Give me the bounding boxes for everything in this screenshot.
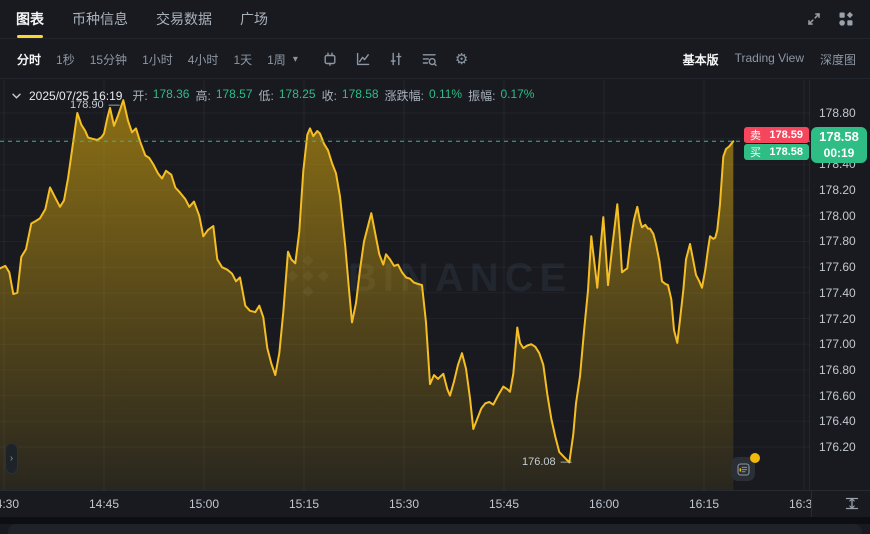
- indicator-list-search-icon[interactable]: [421, 51, 438, 67]
- ohlc-item: 振幅: 0.17%: [468, 87, 534, 104]
- ohlc-value: 178.36: [153, 87, 190, 104]
- ohlc-label: 涨跌幅:: [385, 87, 424, 104]
- price-tick: 178.00: [819, 209, 856, 223]
- buy-quote-badge[interactable]: 买 178.58: [744, 144, 809, 160]
- view-tab-基本版[interactable]: 基本版: [683, 51, 719, 68]
- buy-label: 买: [750, 144, 761, 160]
- price-scale-settings-icon[interactable]: [843, 496, 861, 511]
- ohlc-label: 开:: [132, 87, 147, 104]
- price-tick: 176.20: [819, 440, 856, 454]
- expand-panel-toggle[interactable]: ›: [5, 443, 18, 474]
- yellow-dot-badge: [750, 453, 760, 463]
- chevron-right-icon: ›: [10, 453, 13, 464]
- time-tick: 16:30: [789, 497, 811, 511]
- chevron-down-icon[interactable]: [12, 93, 21, 99]
- price-chart-canvas[interactable]: BINANCE 2025/07/25 16:19 开:178.36高:178.5…: [0, 80, 810, 490]
- ohlc-value: 0.11%: [429, 87, 462, 104]
- ohlc-item: 高: 178.57: [195, 87, 252, 104]
- layout-widgets-icon[interactable]: [838, 11, 854, 27]
- time-tick: 15:15: [289, 497, 319, 511]
- tab-图表[interactable]: 图表: [16, 0, 44, 38]
- price-tick: 177.60: [819, 260, 856, 274]
- price-tick: 178.20: [819, 183, 856, 197]
- chart-notes-button[interactable]: [731, 457, 755, 481]
- ohlc-item: 低: 178.25: [259, 87, 316, 104]
- ohlc-item: 涨跌幅: 0.11%: [385, 87, 462, 104]
- page-tabs: 图表币种信息交易数据广场: [16, 0, 268, 38]
- fullscreen-icon[interactable]: [806, 11, 822, 27]
- sell-label: 卖: [750, 127, 761, 143]
- interval-1天[interactable]: 1天: [230, 48, 255, 71]
- ohlc-value: 178.25: [279, 87, 316, 104]
- price-tick: 177.80: [819, 234, 856, 248]
- sell-quote-badge[interactable]: 卖 178.59: [744, 127, 809, 143]
- axis-divider: [811, 491, 812, 517]
- price-tick: 176.80: [819, 363, 856, 377]
- price-area-chart[interactable]: [0, 80, 810, 490]
- ohlc-value: 178.57: [216, 87, 253, 104]
- interval-4小时[interactable]: 4小时: [185, 48, 222, 71]
- chart-tool-icons: ⚙: [322, 51, 468, 67]
- time-tick: 14:45: [89, 497, 119, 511]
- indicators-icon[interactable]: [388, 51, 404, 67]
- time-tick: 16:00: [589, 497, 619, 511]
- line-chart-icon[interactable]: [355, 51, 371, 67]
- ohlc-item: 开: 178.36: [132, 87, 189, 104]
- sell-price: 178.59: [769, 129, 803, 141]
- candlestick-chart-icon[interactable]: [322, 51, 338, 67]
- settings-gear-icon[interactable]: ⚙: [455, 52, 468, 67]
- time-tick: 15:00: [189, 497, 219, 511]
- interval-selector: 分时 1秒 15分钟 1小时 4小时 1天 1周: [14, 48, 289, 71]
- time-tick: 16:15: [689, 497, 719, 511]
- ohlc-values: 开: 178.36 高: 178.57 低: 178.25 收: 178.58 涨跌幅: 0.11…: [132, 87, 540, 104]
- time-axis[interactable]: 14:30 14:45 15:00 15:15 15:30 15:45 16:00 16:15…: [0, 490, 870, 517]
- price-tick: 177.40: [819, 286, 856, 300]
- view-tab-Trading View[interactable]: Trading View: [735, 51, 804, 68]
- ohlc-value: 178.58: [342, 87, 379, 104]
- candle-datetime: 2025/07/25 16:19: [29, 89, 122, 103]
- ohlc-label: 振幅:: [468, 87, 495, 104]
- ohlc-label: 低:: [259, 87, 274, 104]
- interval-1小时[interactable]: 1小时: [139, 48, 176, 71]
- interval-15分钟[interactable]: 15分钟: [87, 48, 130, 71]
- tab-币种信息[interactable]: 币种信息: [72, 0, 128, 38]
- binance-chart-page: 图表币种信息交易数据广场 分时 1秒 15分钟 1小时 4小时 1天 1周 ▾: [0, 0, 870, 534]
- time-tick-labels: 14:30 14:45 15:00 15:15 15:30 15:45 16:00 16:15…: [0, 491, 811, 517]
- tab-交易数据[interactable]: 交易数据: [156, 0, 212, 38]
- top-tab-bar: 图表币种信息交易数据广场: [0, 0, 870, 39]
- last-price: 178.58: [819, 129, 859, 146]
- buy-price: 178.58: [769, 146, 803, 158]
- ohlc-legend: 2025/07/25 16:19 开: 178.36 高: 178.57 低: 178.2…: [12, 87, 540, 104]
- price-tick: 177.20: [819, 312, 856, 326]
- time-tick: 15:45: [489, 497, 519, 511]
- price-tick: 176.60: [819, 389, 856, 403]
- interval-1秒[interactable]: 1秒: [53, 48, 78, 71]
- view-tab-深度图[interactable]: 深度图: [820, 51, 856, 68]
- ohlc-item: 收: 178.58: [322, 87, 379, 104]
- interval-1周[interactable]: 1周: [264, 48, 289, 71]
- last-price-pill[interactable]: 178.58 00:19: [811, 127, 867, 163]
- tab-广场[interactable]: 广场: [240, 0, 268, 38]
- time-tick: 15:30: [389, 497, 419, 511]
- price-tick: 178.80: [819, 106, 856, 120]
- interval-dropdown-caret[interactable]: ▾: [293, 54, 298, 65]
- interval-分时[interactable]: 分时: [14, 48, 44, 71]
- candle-countdown: 00:19: [824, 146, 855, 162]
- next-card-top-edge: [8, 524, 862, 534]
- price-tick: 177.00: [819, 337, 856, 351]
- chart-toolbar: 分时 1秒 15分钟 1小时 4小时 1天 1周 ▾: [0, 40, 870, 79]
- time-tick: 14:30: [0, 497, 19, 511]
- section-gap: [0, 517, 870, 524]
- tabbar-icons: [806, 11, 854, 27]
- ohlc-label: 收:: [322, 87, 337, 104]
- chart-view-tabs: 基本版 Trading View 深度图: [683, 51, 856, 68]
- ohlc-label: 高:: [195, 87, 210, 104]
- price-tick: 176.40: [819, 414, 856, 428]
- ohlc-value: 0.17%: [500, 87, 534, 104]
